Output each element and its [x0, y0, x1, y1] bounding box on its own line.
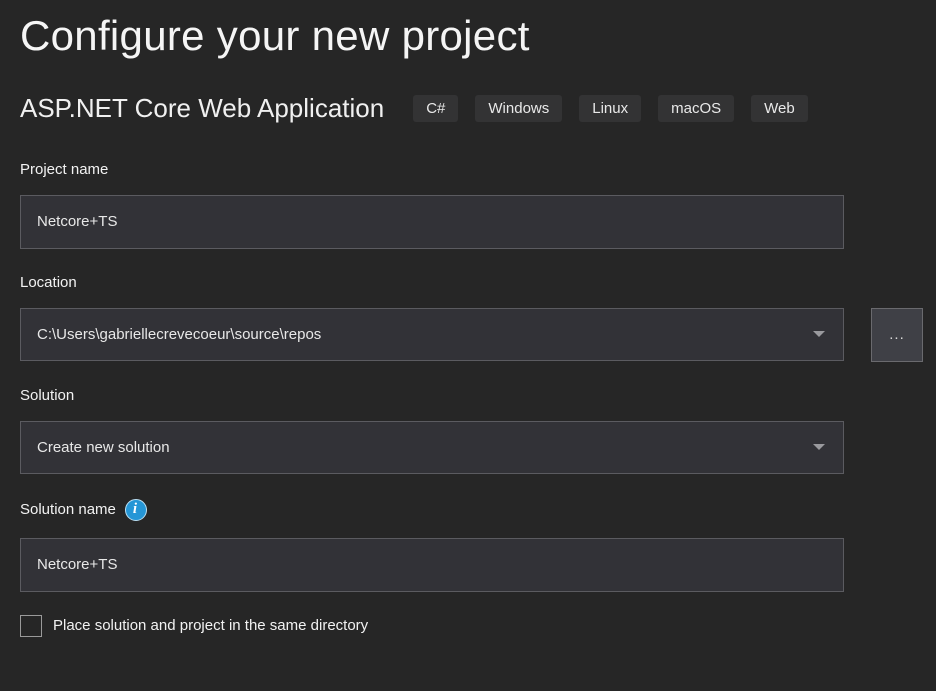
location-row: C:\Users\gabriellecrevecoeur\source\repo… [20, 308, 936, 362]
tag-windows: Windows [475, 95, 562, 122]
location-value: C:\Users\gabriellecrevecoeur\source\repo… [37, 326, 321, 343]
solution-label: Solution [20, 387, 936, 404]
same-directory-row[interactable]: Place solution and project in the same d… [20, 615, 936, 637]
project-name-label: Project name [20, 161, 936, 178]
solution-name-input[interactable] [20, 538, 844, 592]
template-name: ASP.NET Core Web Application [20, 93, 384, 124]
tag-linux: Linux [579, 95, 641, 122]
tag-csharp: C# [413, 95, 458, 122]
ellipsis-icon: ... [889, 326, 905, 343]
template-tags: C# Windows Linux macOS Web [413, 95, 808, 122]
tag-macos: macOS [658, 95, 734, 122]
solution-value: Create new solution [37, 439, 170, 456]
chevron-down-icon[interactable] [813, 331, 825, 337]
tag-web: Web [751, 95, 808, 122]
info-icon[interactable]: i [125, 499, 147, 521]
chevron-down-icon[interactable] [813, 444, 825, 450]
same-directory-label[interactable]: Place solution and project in the same d… [53, 617, 368, 634]
template-header: ASP.NET Core Web Application C# Windows … [20, 93, 936, 124]
solution-name-label: Solution name i [20, 499, 936, 521]
solution-dropdown[interactable]: Create new solution [20, 421, 844, 474]
same-directory-checkbox[interactable] [20, 615, 42, 637]
browse-button[interactable]: ... [871, 308, 923, 362]
location-label: Location [20, 274, 936, 291]
project-name-input[interactable] [20, 195, 844, 249]
location-combobox[interactable]: C:\Users\gabriellecrevecoeur\source\repo… [20, 308, 844, 361]
page-title: Configure your new project [20, 10, 936, 63]
configure-project-dialog: Configure your new project ASP.NET Core … [0, 0, 936, 637]
